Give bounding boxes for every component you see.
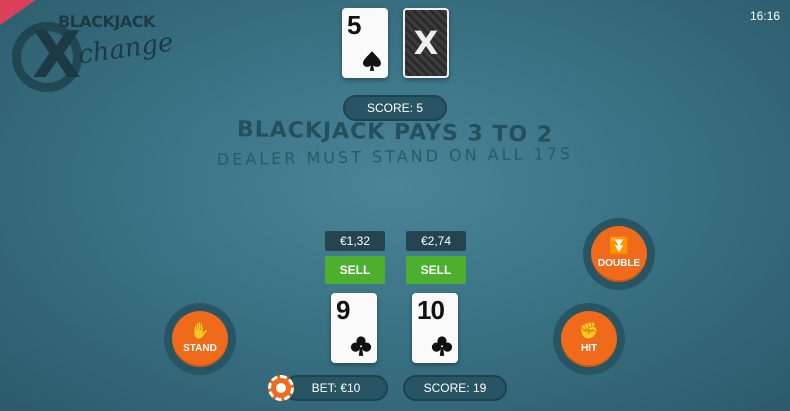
card-rank: 9	[336, 295, 351, 325]
player-card-2: 10	[412, 293, 458, 363]
dealer-score: SCORE: 5	[343, 95, 447, 121]
spade-icon	[363, 51, 381, 71]
hand-icon: ✋	[190, 323, 210, 340]
bet-label: BET: €10	[311, 381, 361, 395]
dealer-hidden-card: X	[403, 8, 449, 78]
logo-subtitle: change	[76, 27, 176, 71]
double-button-ring: ⏬ DOUBLE	[583, 218, 655, 290]
sell-price-card-2: €2,74	[406, 231, 466, 251]
clock: 16:16	[749, 9, 780, 23]
card-rank: 5	[347, 10, 362, 40]
stand-button[interactable]: ✋ STAND	[172, 311, 228, 367]
bet-display: BET: €10	[284, 375, 388, 401]
player-card-1: 9	[331, 293, 377, 363]
player-score: SCORE: 19	[403, 375, 507, 401]
chip-icon	[268, 375, 294, 401]
double-label: DOUBLE	[597, 258, 641, 269]
card-rank: 10	[417, 295, 445, 325]
card-back-logo-icon: X	[413, 24, 439, 62]
dealer-card: 5	[342, 8, 388, 78]
sell-button-card-1[interactable]: SELL	[325, 256, 385, 284]
hit-label: HIT	[580, 343, 598, 354]
sell-price-card-1: €1,32	[325, 231, 385, 251]
club-icon	[350, 336, 372, 356]
game-logo: BLACKJACK X change	[12, 8, 175, 98]
stand-label: STAND	[183, 343, 217, 354]
club-icon	[431, 336, 453, 356]
hit-button[interactable]: ✊ HIT	[561, 311, 617, 367]
hit-button-ring: ✊ HIT	[553, 303, 625, 375]
double-button[interactable]: ⏬ DOUBLE	[591, 226, 647, 282]
sell-button-card-2[interactable]: SELL	[406, 256, 466, 284]
double-chevron-icon: ⏬	[609, 238, 629, 255]
fist-icon: ✊	[579, 323, 599, 340]
logo-x-mark: X	[32, 19, 82, 93]
stand-button-ring: ✋ STAND	[164, 303, 236, 375]
